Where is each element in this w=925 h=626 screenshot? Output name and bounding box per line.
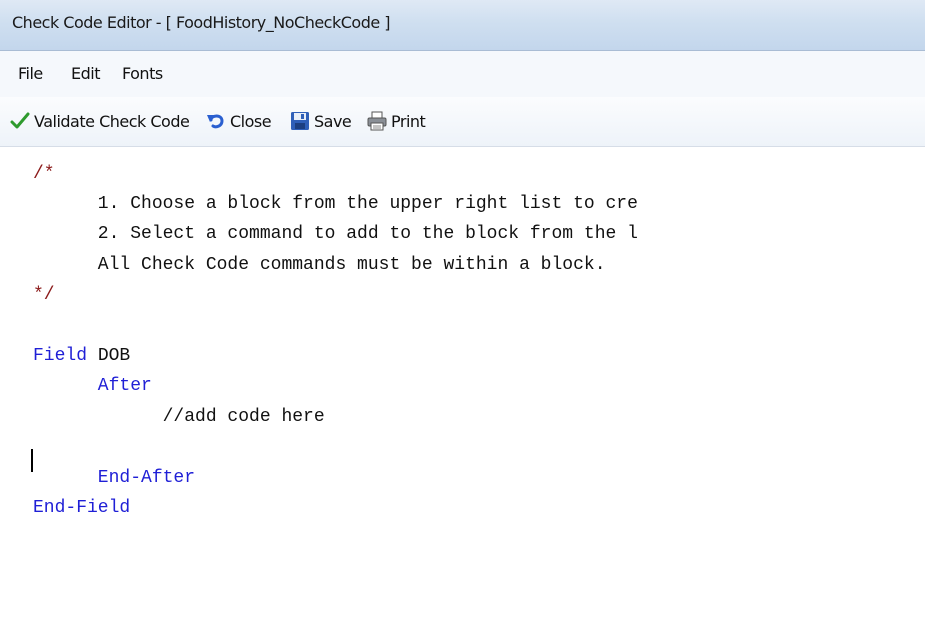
code-line: After [33, 376, 152, 396]
code-line: /* [33, 164, 55, 184]
printer-icon [367, 111, 387, 131]
field-name: DOB [87, 346, 131, 366]
check-code-editor-window: Check Code Editor - [ FoodHistory_NoChec… [0, 0, 925, 626]
save-button[interactable]: Save [290, 109, 352, 133]
code-line: //add code here [33, 407, 325, 427]
validate-check-code-label: Validate Check Code [34, 111, 190, 131]
checkmark-icon [10, 111, 30, 131]
code-line: */ [33, 285, 55, 305]
undo-arrow-icon [206, 111, 226, 131]
code-line: End-After [33, 468, 196, 488]
code-line: End-Field [33, 498, 131, 518]
print-button[interactable]: Print [367, 109, 426, 133]
code-line: Field DOB [33, 343, 130, 369]
print-label: Print [391, 111, 426, 131]
close-label: Close [230, 111, 272, 131]
code-line: 1. Choose a block from the upper right l… [33, 194, 638, 214]
floppy-disk-icon [290, 111, 310, 131]
window-title: Check Code Editor - [ FoodHistory_NoChec… [12, 13, 391, 32]
field-keyword: Field [33, 346, 88, 366]
title-bar: Check Code Editor - [ FoodHistory_NoChec… [0, 0, 925, 51]
code-editor[interactable]: /* 1. Choose a block from the upper righ… [0, 147, 925, 626]
menu-fonts[interactable]: Fonts [122, 64, 163, 83]
save-label: Save [314, 111, 352, 131]
toolbar: Validate Check Code Close Save Print [0, 97, 925, 147]
code-line: 2. Select a command to add to the block … [33, 224, 638, 244]
menu-edit[interactable]: Edit [71, 64, 100, 83]
validate-check-code-button[interactable]: Validate Check Code [10, 109, 190, 133]
code-line: All Check Code commands must be within a… [33, 255, 606, 275]
menu-bar: File Edit Fonts [0, 51, 925, 97]
menu-file[interactable]: File [18, 64, 43, 83]
close-button[interactable]: Close [206, 109, 272, 133]
text-caret [31, 449, 33, 472]
